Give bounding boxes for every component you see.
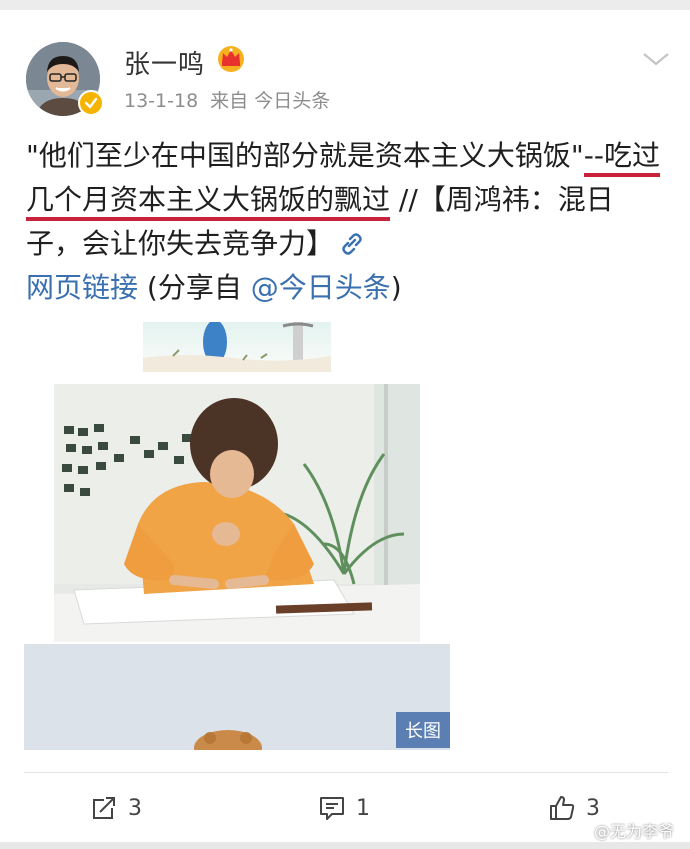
post-image-bottom[interactable] <box>24 644 450 750</box>
watermark-text: @无为李爷 <box>594 822 675 841</box>
like-count: 3 <box>586 795 600 821</box>
repost-button[interactable]: 3 <box>90 792 142 824</box>
comment-button[interactable]: 1 <box>318 792 370 824</box>
author-name[interactable]: 张一鸣 <box>124 44 205 81</box>
repost-icon <box>93 797 115 819</box>
repost-count: 3 <box>128 795 142 821</box>
post-quote: "他们至少在中国的部分就是资本主义大锅饭" <box>26 139 584 172</box>
post-image-top[interactable] <box>143 322 331 372</box>
crown-icon[interactable] <box>216 44 246 72</box>
post-meta: 13-1-18 来自 今日头条 <box>124 86 330 113</box>
post-date: 13-1-18 <box>124 90 199 112</box>
post-source[interactable]: 来自 今日头条 <box>210 90 330 112</box>
watermark: @无为李爷 <box>564 818 674 842</box>
long-image-badge: 长图 <box>396 712 450 748</box>
share-suffix: ) <box>390 271 402 304</box>
weibo-post-screen: 张一鸣 13-1-18 来自 今日头条 "他们至少在中国的部分就是资本主义大锅饭"… <box>0 0 690 849</box>
post-image-main[interactable] <box>54 384 420 642</box>
chevron-down-icon[interactable] <box>640 48 672 70</box>
share-mention-link[interactable]: @今日头条 <box>251 271 391 304</box>
weibo-logo-icon <box>565 822 588 840</box>
verified-badge-icon <box>78 90 104 116</box>
share-prefix: (分享自 <box>138 271 251 304</box>
action-bar-divider <box>24 772 668 773</box>
comment-icon <box>320 797 344 820</box>
comment-count: 1 <box>356 795 370 821</box>
post-text: "他们至少在中国的部分就是资本主义大锅饭"--吃过几个月资本主义大锅饭的飘过 /… <box>26 134 666 310</box>
link-icon <box>340 224 364 255</box>
web-link[interactable]: 网页链接 <box>26 271 138 304</box>
top-divider-strip <box>0 0 690 10</box>
bottom-divider-strip <box>0 842 690 849</box>
